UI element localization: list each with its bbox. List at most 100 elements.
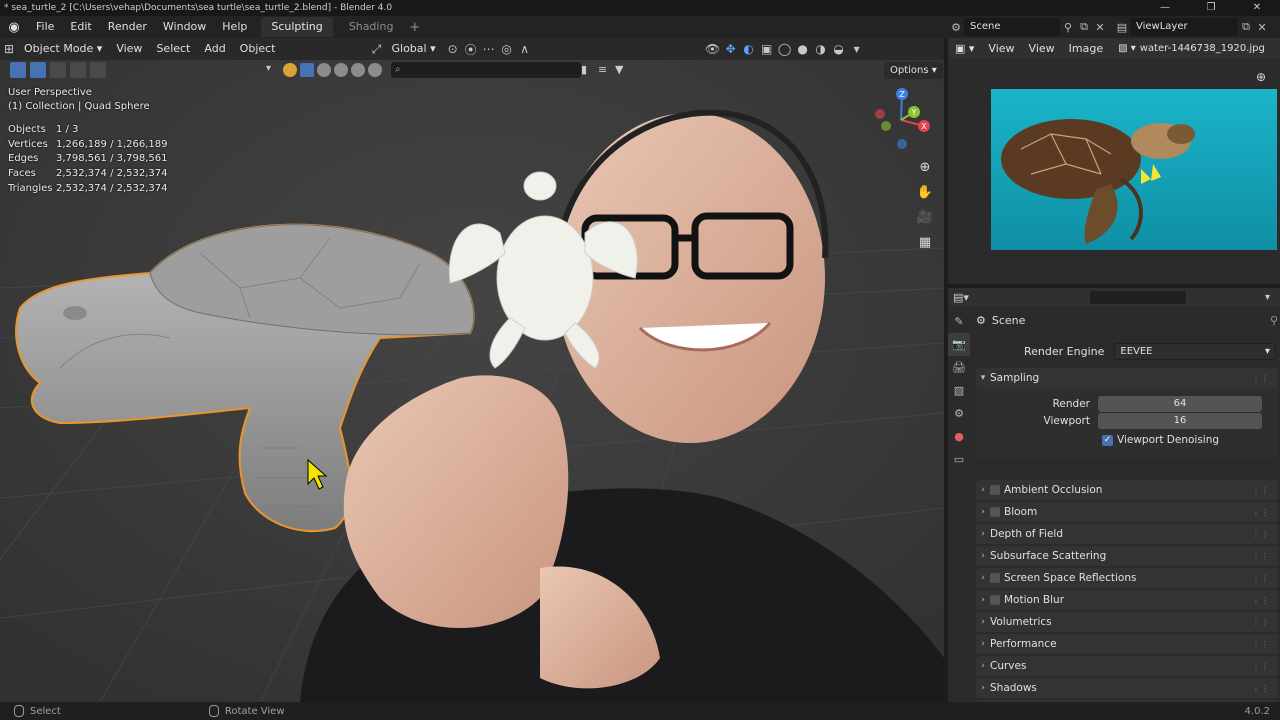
tab-output-icon[interactable]: 🖨 — [948, 356, 970, 379]
menu-file[interactable]: File — [28, 16, 62, 38]
image-menu-view[interactable]: View — [981, 42, 1021, 55]
bookmark-icon[interactable]: ▮ — [581, 63, 595, 77]
filter-texture-icon[interactable] — [351, 63, 365, 77]
tab-world-icon[interactable]: ● — [948, 425, 970, 448]
drag-grip-icon[interactable]: ⋮⋮ — [1252, 508, 1270, 517]
gizmo-toggle-icon[interactable]: ✥ — [722, 42, 740, 56]
image-menu-view-2[interactable]: View — [1022, 42, 1062, 55]
menu-help[interactable]: Help — [214, 16, 255, 38]
tab-scene-icon[interactable]: ⚙ — [948, 402, 970, 425]
filter-material-icon[interactable] — [334, 63, 348, 77]
panel-sampling[interactable]: ▾ Sampling ⋮⋮ — [976, 368, 1278, 388]
overlays-toggle-icon[interactable]: ◐ — [740, 42, 758, 56]
panel-shadows[interactable]: › Shadows ⋮⋮ — [976, 678, 1278, 698]
view-layer-icon[interactable]: ▤ — [1114, 21, 1130, 34]
drag-grip-icon[interactable]: ⋮⋮ — [1252, 530, 1270, 539]
camera-view-icon[interactable]: 🎥 — [914, 210, 936, 235]
new-scene-icon[interactable]: ⧉ — [1076, 20, 1092, 34]
workspace-tab-sculpting[interactable]: Sculpting — [261, 17, 333, 37]
drag-grip-icon[interactable]: ⋮⋮ — [1252, 574, 1270, 583]
viewport-menu-add[interactable]: Add — [198, 40, 231, 58]
image-editor-type-icon[interactable]: ▣ ▾ — [948, 42, 981, 55]
render-engine-dropdown[interactable]: EEVEE ▾ — [1114, 342, 1276, 360]
image-browse-icon[interactable]: ▧ ▾ — [1118, 43, 1136, 54]
pin-icon[interactable]: ⚲ — [1060, 21, 1076, 34]
pin-icon[interactable]: ⚲ — [1270, 314, 1278, 327]
filter-chevron-icon[interactable]: ▾ — [266, 63, 280, 77]
menu-window[interactable]: Window — [155, 16, 214, 38]
scene-icon[interactable]: ⚙ — [948, 21, 964, 34]
tab-view-layer-icon[interactable]: ▨ — [948, 379, 970, 402]
editor-type-icon[interactable]: ⊞ — [0, 42, 18, 56]
viewport-menu-object[interactable]: Object — [234, 40, 282, 58]
panel-subsurface-scattering[interactable]: › Subsurface Scattering ⋮⋮ — [976, 546, 1278, 566]
solid-shading-icon[interactable]: ● — [794, 42, 812, 56]
checkbox-checked-icon[interactable]: ✓ — [1102, 434, 1113, 446]
panel-screen-space-reflections[interactable]: › Screen Space Reflections ⋮⋮ — [976, 568, 1278, 588]
panel-checkbox[interactable] — [990, 595, 1000, 605]
select-tool-icon[interactable] — [10, 62, 26, 78]
image-editor[interactable]: ▣ ▾ View View Image ▧ ▾ water-1446738_19… — [948, 38, 1280, 284]
wireframe-shading-icon[interactable]: ◯ — [776, 42, 794, 56]
select-new-icon[interactable] — [30, 62, 46, 78]
add-workspace-button[interactable]: + — [403, 20, 426, 35]
rendered-shading-icon[interactable]: ◒ — [830, 42, 848, 56]
options-dropdown[interactable]: Options ▾ — [884, 62, 943, 79]
snap-icon[interactable]: ⦿ — [462, 41, 480, 58]
falloff-icon[interactable]: ∧ — [516, 42, 534, 56]
xray-toggle-icon[interactable]: ▣ — [758, 42, 776, 56]
transform-orientation-icon[interactable]: ⤢ — [368, 42, 386, 57]
panel-bloom[interactable]: › Bloom ⋮⋮ — [976, 502, 1278, 522]
tab-collection-icon[interactable]: ▭ — [948, 448, 970, 471]
image-menu-image[interactable]: Image — [1062, 42, 1110, 55]
properties-editor[interactable]: ▤▾ ▾ ✎ 📷 🖨 ▨ ⚙ ● ▭ ⚙ Scene ⚲ Render Engi… — [948, 288, 1280, 720]
shading-options-icon[interactable]: ▾ — [848, 42, 866, 56]
navigation-gizmo[interactable]: Z X Y — [868, 84, 934, 156]
viewport-menu-view[interactable]: View — [110, 40, 148, 58]
panel-motion-blur[interactable]: › Motion Blur ⋮⋮ — [976, 590, 1278, 610]
drag-grip-icon[interactable]: ⋮⋮ — [1252, 618, 1270, 627]
scene-field[interactable]: Scene — [964, 18, 1060, 36]
minimize-button[interactable]: — — [1142, 0, 1188, 16]
panel-curves[interactable]: › Curves ⋮⋮ — [976, 656, 1278, 676]
funnel-filter-icon[interactable]: ▼ — [615, 63, 629, 77]
filter-sphere-icon[interactable] — [317, 63, 331, 77]
panel-volumetrics[interactable]: › Volumetrics ⋮⋮ — [976, 612, 1278, 632]
proportional-edit-icon[interactable]: ◎ — [498, 42, 516, 56]
drag-grip-icon[interactable]: ⋮⋮ — [1252, 486, 1270, 495]
remove-scene-icon[interactable]: ✕ — [1092, 21, 1108, 34]
3d-viewport[interactable]: ⊞ Object Mode ▾ View Select Add Object ⤢… — [0, 38, 944, 702]
properties-options-icon[interactable]: ▾ — [1265, 292, 1270, 303]
perspective-grid-icon[interactable]: ▦ — [914, 235, 936, 260]
visibility-icon[interactable]: 👁 — [704, 42, 722, 56]
panel-checkbox[interactable] — [990, 573, 1000, 583]
viewport-menu-select[interactable]: Select — [150, 40, 196, 58]
drag-grip-icon[interactable]: ⋮⋮ — [1252, 640, 1270, 649]
properties-type-icon[interactable]: ▤▾ — [948, 291, 974, 304]
filter-world-icon[interactable] — [368, 63, 382, 77]
menu-edit[interactable]: Edit — [62, 16, 99, 38]
tab-render-icon[interactable]: 📷 — [948, 333, 970, 356]
blender-logo-icon[interactable]: ◉ — [0, 20, 28, 35]
viewport-samples-field[interactable]: 16 — [1098, 413, 1262, 429]
viewport-search-input[interactable]: ⌕ — [391, 62, 581, 78]
sort-icon[interactable]: ≡ — [598, 63, 612, 77]
new-view-layer-icon[interactable]: ⧉ — [1238, 20, 1254, 34]
panel-ambient-occlusion[interactable]: › Ambient Occlusion ⋮⋮ — [976, 480, 1278, 500]
view-layer-field[interactable]: ViewLayer — [1130, 18, 1238, 36]
select-subtract-icon[interactable] — [70, 62, 86, 78]
maximize-button[interactable]: ❐ — [1188, 0, 1234, 16]
close-button[interactable]: ✕ — [1234, 0, 1280, 16]
filter-color-icon[interactable] — [283, 63, 297, 77]
select-invert-icon[interactable] — [90, 62, 106, 78]
properties-search-input[interactable] — [1090, 290, 1186, 304]
drag-grip-icon[interactable]: ⋮⋮ — [1252, 374, 1270, 383]
viewport-denoising-check[interactable]: ✓ Viewport Denoising — [1102, 434, 1219, 446]
image-zoom-icon[interactable]: ⊕ — [1256, 70, 1266, 84]
image-name-field[interactable]: water-1446738_1920.jpg — [1140, 43, 1265, 54]
drag-grip-icon[interactable]: ⋮⋮ — [1252, 662, 1270, 671]
pivot-point-icon[interactable]: ⊙ — [444, 42, 462, 56]
object-mode-dropdown[interactable]: Object Mode ▾ — [18, 40, 109, 58]
filter-mesh-icon[interactable] — [300, 63, 314, 77]
remove-view-layer-icon[interactable]: ✕ — [1254, 21, 1270, 34]
